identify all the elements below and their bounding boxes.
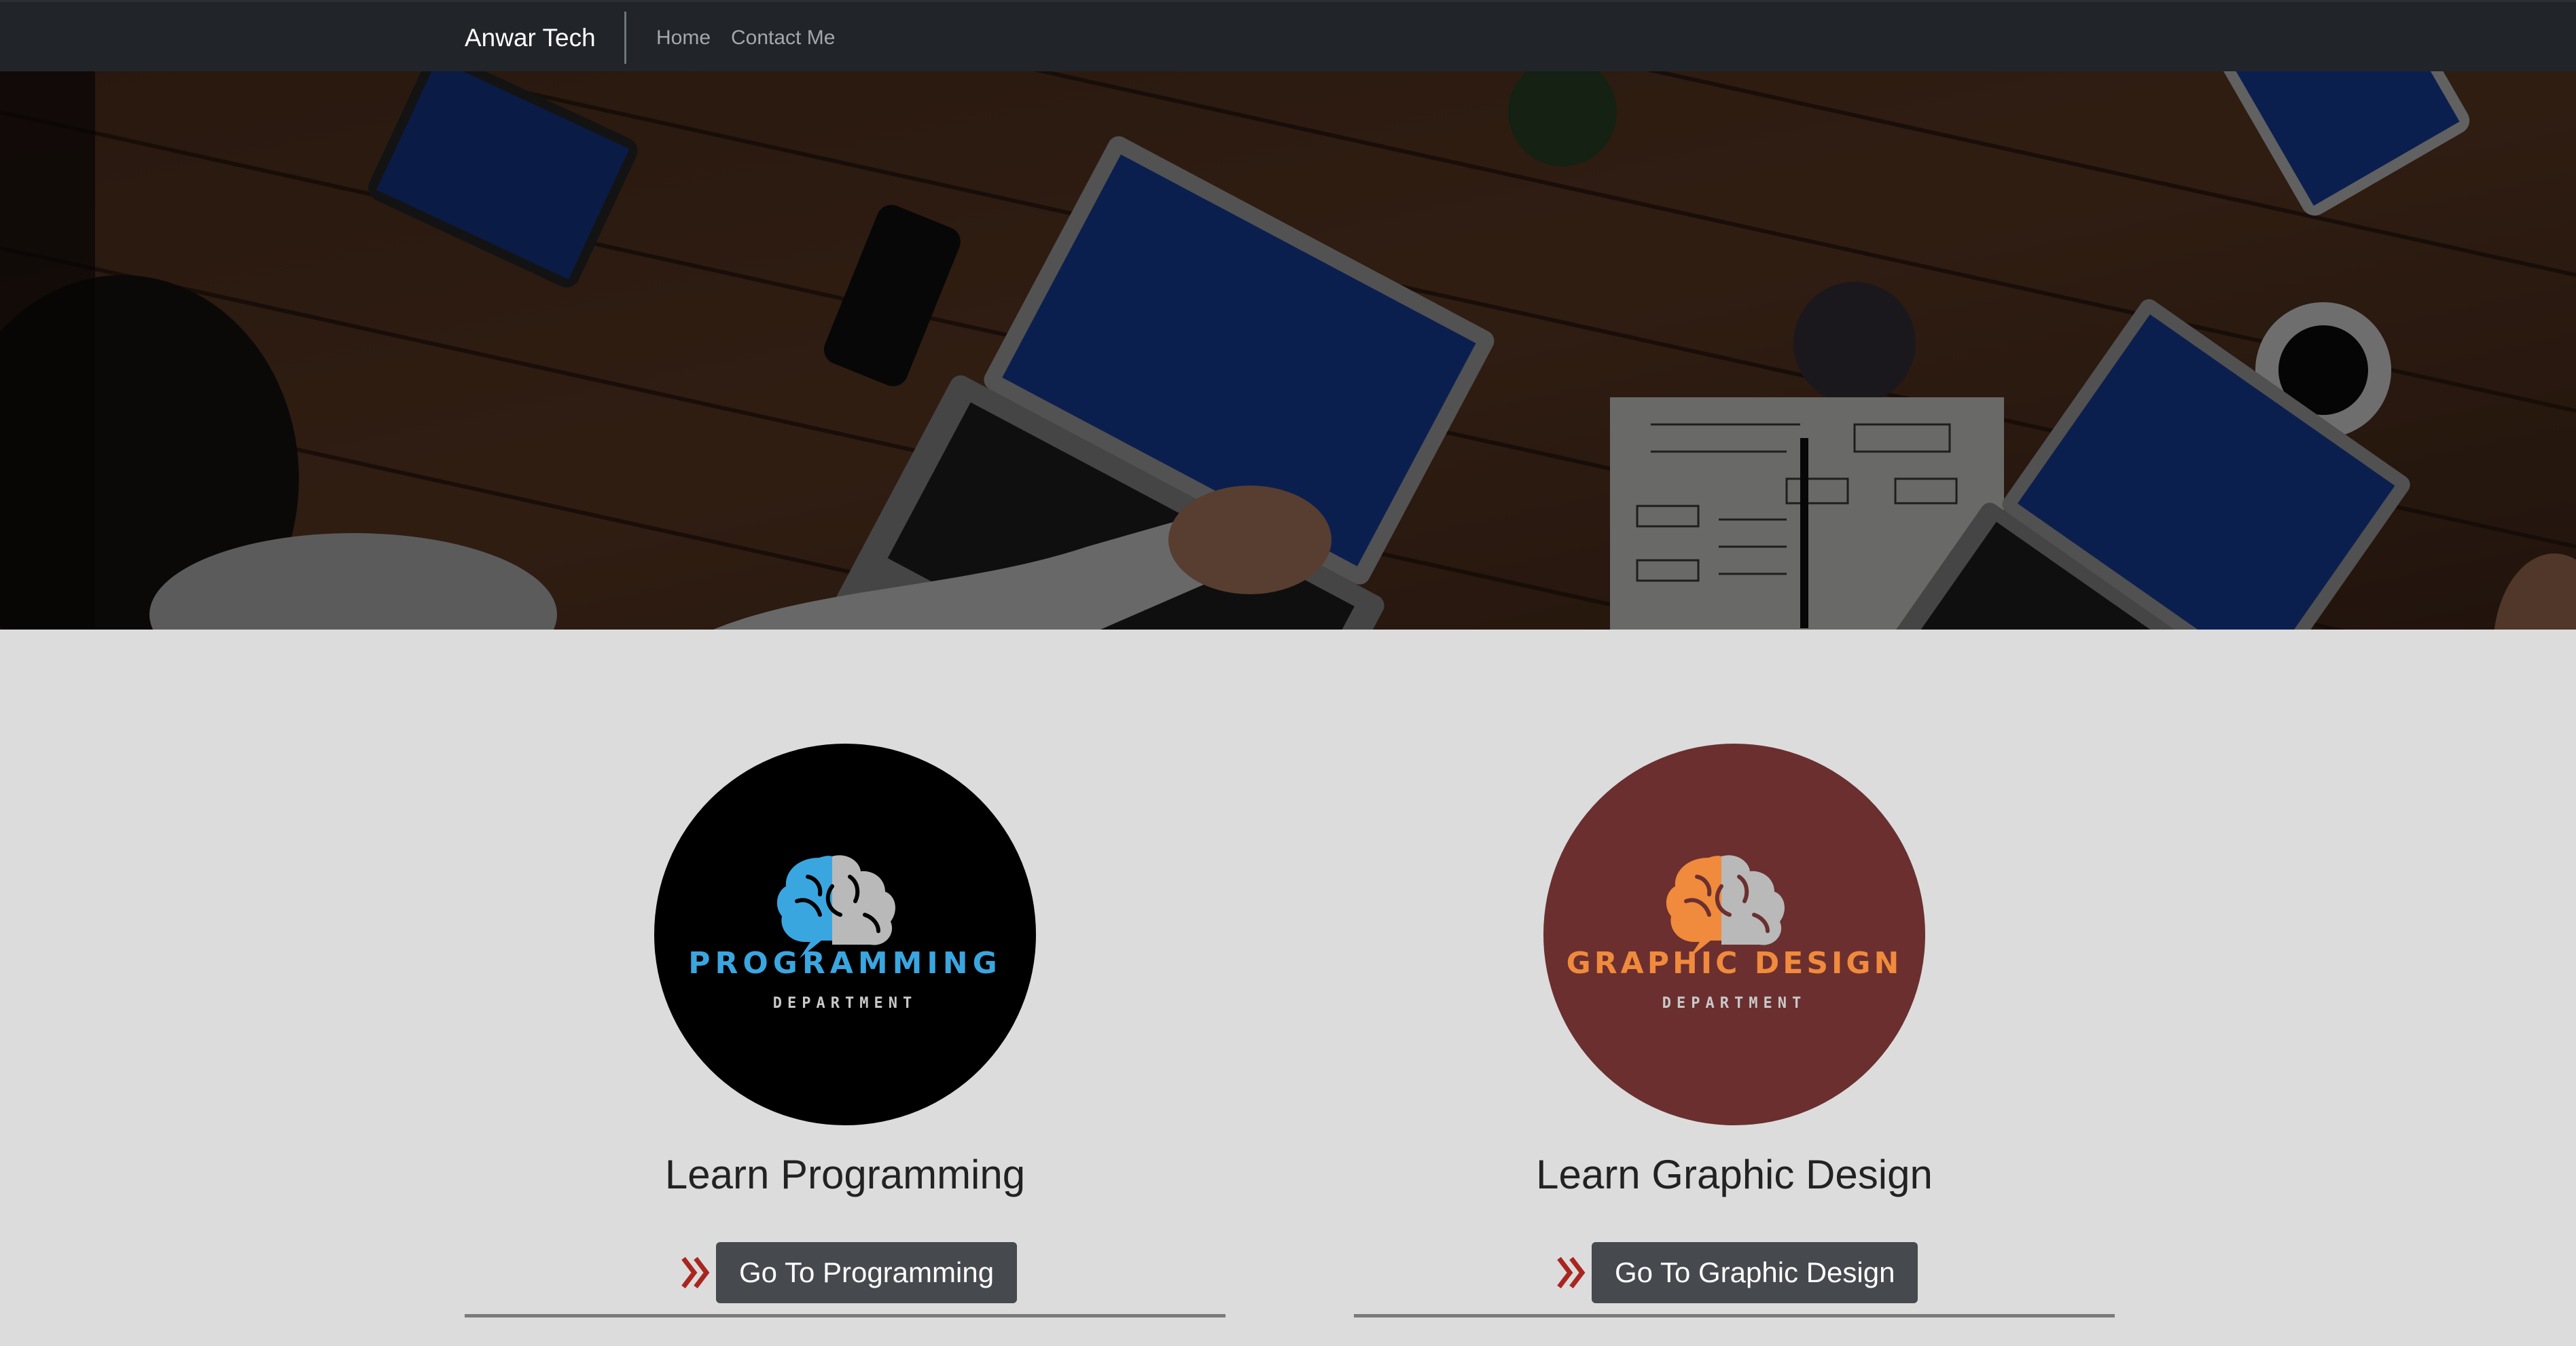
brand-link[interactable]: Anwar Tech — [465, 2, 596, 73]
go-to-graphic-design-button[interactable]: Go To Graphic Design — [1592, 1242, 1918, 1303]
graphic-design-logo-title: GRAPHIC DESIGN — [1566, 946, 1903, 981]
top-navbar: Anwar Tech Home Contact Me — [0, 0, 2576, 71]
brain-icon — [776, 855, 895, 958]
double-chevron-right-icon — [1557, 1256, 1586, 1289]
double-chevron-right-icon — [681, 1256, 710, 1289]
graphic-design-logo-subtitle: DEPARTMENT — [1662, 995, 1807, 1012]
hero-photo-illustration — [0, 71, 2576, 630]
nav-link-contact[interactable]: Contact Me — [731, 2, 835, 73]
nav-link-home[interactable]: Home — [656, 2, 711, 73]
programming-heading: Learn Programming — [664, 1152, 1026, 1197]
programming-divider — [465, 1314, 1226, 1317]
hero-banner-image — [0, 71, 2576, 630]
graphic-design-divider — [1354, 1314, 2115, 1317]
programming-logo-title: PROGRAMMING — [688, 946, 1002, 981]
programming-logo-subtitle: DEPARTMENT — [772, 995, 918, 1012]
brain-icon — [1666, 855, 1785, 958]
nav-divider — [624, 12, 626, 64]
graphic-design-department-logo: GRAPHIC DESIGN DEPARTMENT — [1543, 744, 1925, 1125]
programming-department-logo: PROGRAMMING DEPARTMENT — [654, 744, 1036, 1125]
graphic-design-heading: Learn Graphic Design — [1536, 1152, 1933, 1197]
go-to-programming-button[interactable]: Go To Programming — [716, 1242, 1018, 1303]
